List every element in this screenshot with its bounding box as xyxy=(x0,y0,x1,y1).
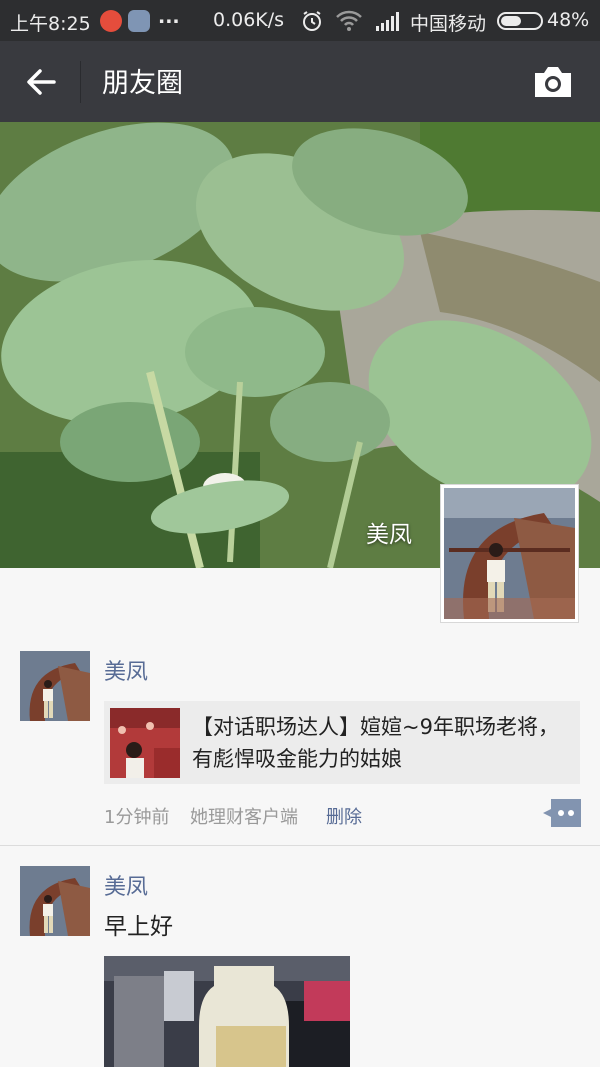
post-text: 早上好 xyxy=(104,914,173,940)
thumbnail-image xyxy=(110,708,180,778)
post-photo[interactable] xyxy=(104,956,350,1067)
delete-button[interactable]: 删除 xyxy=(326,803,362,829)
camera-icon[interactable] xyxy=(532,63,574,101)
post-time: 1分钟前 xyxy=(104,807,170,828)
alarm-icon xyxy=(303,11,321,31)
post-avatar[interactable] xyxy=(20,651,90,721)
page-title: 朋友圈 xyxy=(102,68,183,99)
cover-avatar[interactable] xyxy=(440,484,579,623)
comment-more-icon[interactable] xyxy=(543,799,581,827)
battery-percent: 48% xyxy=(547,9,590,31)
post-divider xyxy=(0,845,600,846)
cover-user-name: 美凤 xyxy=(366,522,412,548)
post-photo-image xyxy=(104,956,350,1067)
cover-avatar-image xyxy=(444,488,575,619)
nav-divider xyxy=(80,61,81,103)
avatar-image xyxy=(20,651,90,721)
status-bar: 上午8:25 ... 0.06K/s 中国移动 48% xyxy=(0,0,600,41)
back-arrow-icon[interactable] xyxy=(22,63,62,101)
post-avatar[interactable] xyxy=(20,866,90,936)
avatar-image xyxy=(20,866,90,936)
status-time: 上午8:25 xyxy=(10,13,91,35)
shared-link-title: 【对话职场达人】媗媗~9年职场老将，有彪悍吸金能力的姑娘 xyxy=(192,715,559,771)
nav-bar: 朋友圈 xyxy=(0,41,600,122)
network-speed: 0.06K/s xyxy=(213,9,285,31)
shared-link-thumbnail xyxy=(110,708,180,778)
post-author-name[interactable]: 美凤 xyxy=(104,654,148,686)
carrier-name: 中国移动 xyxy=(410,13,487,35)
wifi-icon xyxy=(336,10,362,31)
signal-icon xyxy=(376,12,399,31)
status-dots: ... xyxy=(158,6,180,28)
post-source[interactable]: 她理财客户端 xyxy=(190,803,298,829)
contact-notification-icon xyxy=(128,10,150,32)
app-notification-icon xyxy=(100,10,122,32)
shared-link-card[interactable]: 【对话职场达人】媗媗~9年职场老将，有彪悍吸金能力的姑娘 xyxy=(104,701,580,784)
battery-icon xyxy=(497,12,543,30)
post-author-name[interactable]: 美凤 xyxy=(104,869,148,901)
